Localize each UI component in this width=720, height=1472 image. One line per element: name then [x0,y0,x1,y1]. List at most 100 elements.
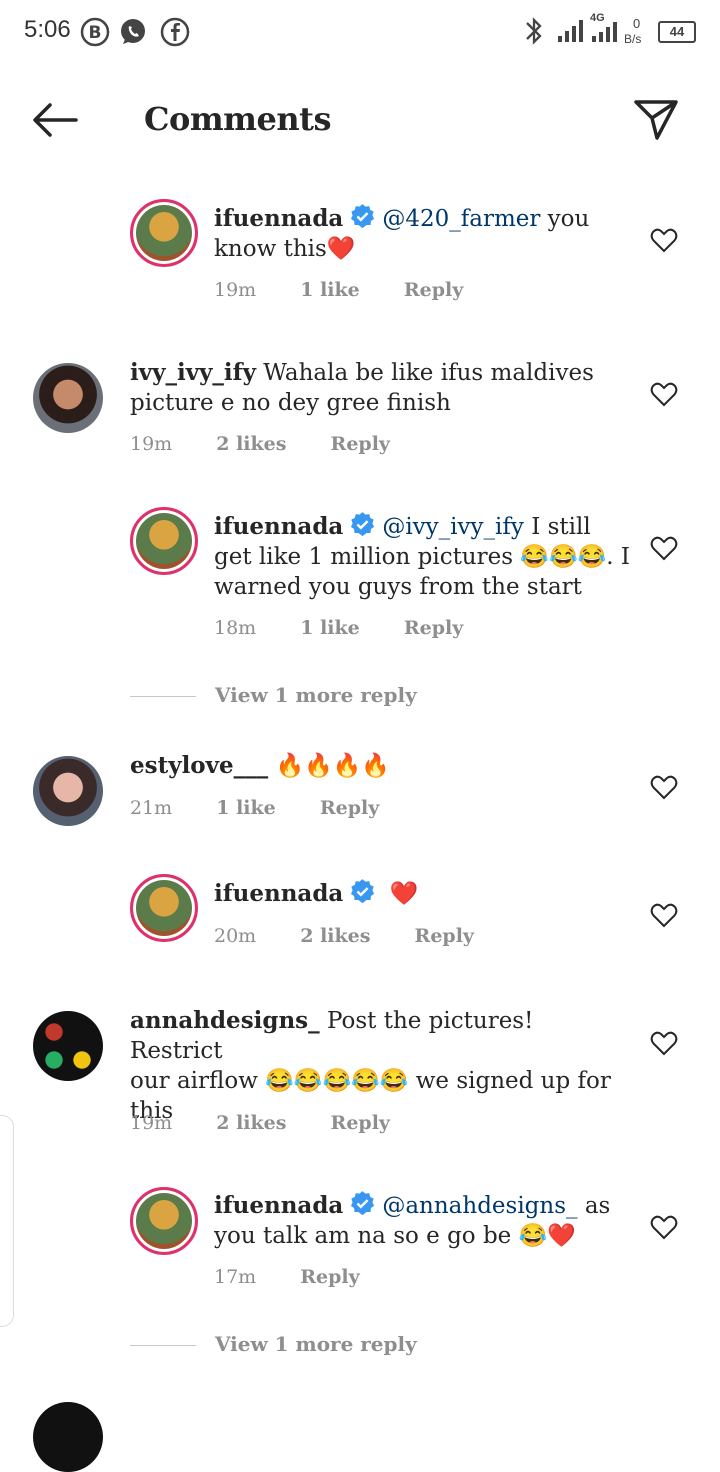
like-heart-icon[interactable] [650,535,678,561]
comment-meta: 19m 2 likes Reply [130,433,390,455]
reply-button[interactable]: Reply [331,433,390,455]
comment-username[interactable]: estylove___ [130,752,268,779]
edge-panel-handle[interactable] [0,1115,14,1327]
reply-button[interactable]: Reply [404,279,463,301]
like-heart-icon[interactable] [650,1030,678,1056]
like-heart-icon[interactable] [650,902,678,928]
svg-text:B: B [89,23,102,43]
avatar[interactable] [130,507,198,575]
comment-text: ifuennada @annahdesigns_ as you talk am n… [214,1190,634,1251]
bluetooth-icon [526,17,542,45]
reply-button[interactable]: Reply [300,1266,359,1288]
view-more-replies[interactable]: View 1 more reply [130,683,417,707]
battery-indicator: 44 [658,21,696,43]
comment-meta: 18m 1 like Reply [214,617,463,639]
comment-meta: 17m Reply [214,1266,360,1288]
comment-body: as [577,1193,611,1219]
reply-button[interactable]: Reply [331,1112,390,1134]
back-arrow-icon[interactable] [28,100,84,140]
avatar[interactable] [130,1187,198,1255]
comment-meta: 19m 1 like Reply [214,279,463,301]
comment-body: you [540,206,590,232]
avatar[interactable] [33,756,103,826]
comment-mention[interactable]: @420_farmer [382,206,540,232]
signal-icon-1 [558,20,583,42]
comment-text: ivy_ivy_ify Wahala be like ifus maldives… [130,358,630,418]
direct-message-icon[interactable] [630,96,682,144]
whatsapp-icon [121,19,145,44]
avatar[interactable] [130,199,198,267]
fire-emojis: 🔥🔥🔥🔥 [275,753,391,779]
comment-time: 19m [130,433,173,455]
comment-likes[interactable]: 1 like [216,797,276,819]
avatar[interactable] [33,1402,103,1472]
comment-body-line2: you talk am na so e go be 😂❤️ [214,1223,576,1249]
comment-username[interactable]: ifuennada [214,1192,343,1219]
comment-time: 19m [130,1112,173,1134]
avatar[interactable] [130,874,198,942]
reply-button[interactable]: Reply [415,925,474,947]
comment-likes[interactable]: 2 likes [300,925,370,947]
verified-badge-icon [351,879,375,904]
comment-username[interactable]: ivy_ivy_ify [130,359,256,386]
comment-username[interactable]: annahdesigns_ [130,1007,320,1034]
avatar[interactable] [33,1011,103,1081]
comments-header: Comments [0,64,720,174]
comment-time: 17m [214,1266,257,1288]
comment-body-line2: know this [214,236,327,262]
comment-mention[interactable]: @ivy_ivy_ify [382,514,524,540]
battery-level: 44 [669,24,685,39]
verified-badge-icon [351,204,375,229]
comment-username[interactable]: ifuennada [214,513,343,540]
divider-line [130,696,196,697]
signal-icon-2 [592,22,617,42]
comment-time: 19m [214,279,257,301]
comment-meta: 21m 1 like Reply [130,797,379,819]
page-title: Comments [144,100,331,138]
comment-likes[interactable]: 1 like [300,617,360,639]
comment-likes[interactable]: 2 likes [216,433,286,455]
like-heart-icon[interactable] [650,1214,678,1240]
comment-username[interactable]: ifuennada [214,205,343,232]
view-more-label: View 1 more reply [215,1332,417,1356]
heart-emoji: ❤️ [326,236,356,262]
comment-username[interactable]: ifuennada [214,880,343,907]
comment-text: annahdesigns_ Post the pictures! Restric… [130,1006,630,1126]
comment-likes[interactable]: 2 likes [216,1112,286,1134]
divider-line [130,1345,196,1346]
verified-badge-icon [351,1191,375,1216]
comment-meta: 20m 2 likes Reply [214,925,474,947]
comment-time: 20m [214,925,257,947]
comment-body-line2: our airflow 😂😂😂😂😂 we signed up for [130,1068,611,1094]
comment-meta: 19m 2 likes Reply [130,1112,390,1134]
comment-text: ifuennada @420_farmer you know this❤️ [214,203,614,264]
view-more-label: View 1 more reply [215,683,417,707]
comment-body: I still [523,514,591,540]
comment-text: estylove___ 🔥🔥🔥🔥 [130,751,630,781]
comment-text: ifuennada ❤️ [214,878,634,909]
like-heart-icon[interactable] [650,774,678,800]
verified-badge-icon [351,512,375,537]
b-notification-icon: B [80,17,110,47]
status-time: 5:06 [24,16,71,43]
reply-button[interactable]: Reply [320,797,379,819]
comment-time: 18m [214,617,257,639]
comment-likes[interactable]: 1 like [300,279,360,301]
comment-mention[interactable]: @annahdesigns_ [382,1193,577,1219]
facebook-icon [160,17,190,47]
data-speed-unit: B/s [624,32,642,46]
view-more-replies[interactable]: View 1 more reply [130,1332,417,1356]
comment-body: Wahala be like ifus maldives [263,360,594,386]
comment-time: 21m [130,797,173,819]
data-speed-value: 0 [633,16,641,31]
heart-emoji: ❤️ [389,881,419,907]
comment-text: ifuennada @ivy_ivy_ify I still get like 1… [214,511,634,602]
status-bar: 5:06 B 4G 0 B/s 44 [0,0,720,64]
like-heart-icon[interactable] [650,381,678,407]
reply-button[interactable]: Reply [404,617,463,639]
comment-body-line2: picture e no dey gree finish [130,390,451,416]
comment-body-line2: get like 1 million pictures 😂😂😂. I [214,544,630,570]
avatar[interactable] [33,363,103,433]
like-heart-icon[interactable] [650,227,678,253]
comment-body-line3: warned you guys from the start [214,574,582,600]
